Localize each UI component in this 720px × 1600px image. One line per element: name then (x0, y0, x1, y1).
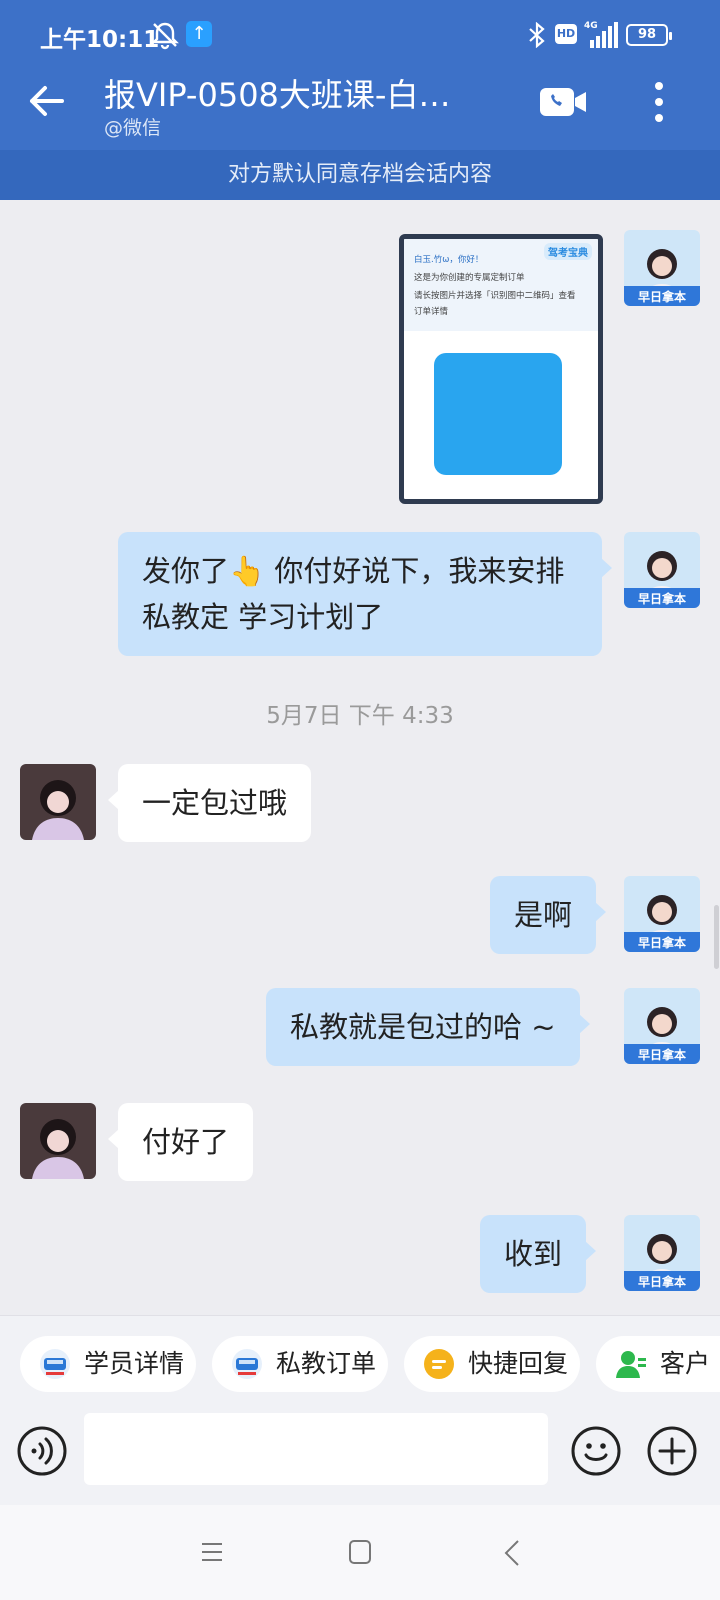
status-bar: 上午10:11 ↑ HD 4G 98 (0, 0, 720, 68)
image-text-line: 订单详情 (414, 307, 449, 317)
chip-label: 学员详情 (84, 1349, 185, 1378)
quick-action-bar: 学员详情 私教订单 快捷回复 客户 (0, 1315, 720, 1411)
my-avatar[interactable]: 早日拿本 (624, 876, 700, 952)
chat-header: 上午10:11 ↑ HD 4G 98 报VIP-0508大班课-白… @微信 (0, 0, 720, 150)
status-time: 上午10:11 (40, 27, 160, 53)
avatar-badge: 早日拿本 (638, 1047, 686, 1062)
avatar-badge: 早日拿本 (638, 935, 686, 950)
message-bubble-sent[interactable]: 发你了👆 你付好说下，我来安排私教定 学习计划了 (118, 532, 612, 656)
contact-avatar[interactable] (20, 764, 96, 840)
quick-reply-icon (424, 1349, 454, 1379)
private-order-button[interactable]: 私教订单 (212, 1336, 388, 1392)
nav-back-icon[interactable] (502, 1539, 522, 1567)
recent-apps-icon[interactable] (200, 1540, 224, 1564)
input-bar (0, 1411, 720, 1505)
archive-notice: 对方默认同意存档会话内容 (0, 150, 720, 200)
student-details-button[interactable]: 学员详情 (20, 1336, 196, 1392)
my-avatar[interactable]: 早日拿本 (624, 1215, 700, 1291)
order-image-message[interactable]: 驾考宝典 白玉.竹ω，你好！ 这是为你创建的专属定制订单 请长按图片并选择「识别… (399, 234, 603, 504)
message-bubble-received[interactable]: 一定包过哦 (107, 764, 312, 842)
emoji-icon[interactable] (570, 1425, 622, 1477)
bluetooth-icon (529, 22, 545, 48)
chip-label: 私教订单 (276, 1349, 377, 1378)
voice-input-icon[interactable] (16, 1425, 68, 1477)
brand-logo: 驾考宝典 (544, 243, 592, 260)
car-icon (232, 1349, 262, 1379)
message-bubble-received[interactable]: 付好了 (107, 1103, 254, 1181)
signal-icon: 4G (584, 21, 618, 48)
car-icon (40, 1349, 70, 1379)
back-arrow-icon[interactable] (26, 80, 68, 122)
chip-label: 快捷回复 (468, 1349, 569, 1378)
contact-avatar[interactable] (20, 1103, 96, 1179)
battery-indicator: 98 (626, 24, 672, 46)
quick-reply-button[interactable]: 快捷回复 (404, 1336, 580, 1392)
message-input[interactable] (84, 1413, 548, 1485)
add-attachment-icon[interactable] (646, 1425, 698, 1477)
scrollbar-thumb[interactable] (714, 905, 719, 969)
mute-bell-icon (151, 22, 179, 50)
upload-icon: ↑ (186, 21, 212, 47)
chat-subtitle: @微信 (104, 117, 162, 139)
my-avatar[interactable]: 早日拿本 (624, 532, 700, 608)
my-avatar[interactable]: 早日拿本 (624, 230, 700, 306)
image-text-line: 这是为你创建的专属定制订单 (414, 273, 525, 283)
message-bubble-sent[interactable]: 收到 (480, 1215, 597, 1293)
chip-label: 客户 (660, 1349, 711, 1378)
message-bubble-sent[interactable]: 私教就是包过的哈 ~ (266, 988, 590, 1066)
video-call-icon[interactable] (540, 86, 588, 118)
svg-text:4G: 4G (584, 21, 598, 31)
customer-icon (616, 1351, 646, 1378)
my-avatar[interactable]: 早日拿本 (624, 988, 700, 1064)
message-bubble-sent[interactable]: 是啊 (490, 876, 607, 954)
order-image-header: 驾考宝典 白玉.竹ω，你好！ 这是为你创建的专属定制订单 请长按图片并选择「识别… (404, 239, 598, 331)
hd-badge: HD (555, 24, 577, 44)
system-nav-bar (0, 1505, 720, 1600)
image-text-line: 白玉.竹ω，你好！ (414, 255, 484, 265)
avatar-badge: 早日拿本 (638, 1274, 686, 1289)
chat-title: 报VIP-0508大班课-白… (104, 76, 451, 114)
qr-code-redacted (434, 353, 562, 475)
more-options-icon[interactable] (650, 80, 668, 124)
avatar-badge: 早日拿本 (638, 591, 686, 606)
message-list[interactable]: 驾考宝典 白玉.竹ω，你好！ 这是为你创建的专属定制订单 请长按图片并选择「识别… (0, 200, 720, 1315)
time-separator: 5月7日 下午 4:33 (266, 703, 454, 729)
avatar-badge: 早日拿本 (638, 289, 686, 304)
customer-button[interactable]: 客户 (596, 1336, 720, 1392)
home-icon[interactable] (348, 1539, 372, 1565)
image-text-line: 请长按图片并选择「识别图中二维码」查看 (414, 291, 576, 301)
